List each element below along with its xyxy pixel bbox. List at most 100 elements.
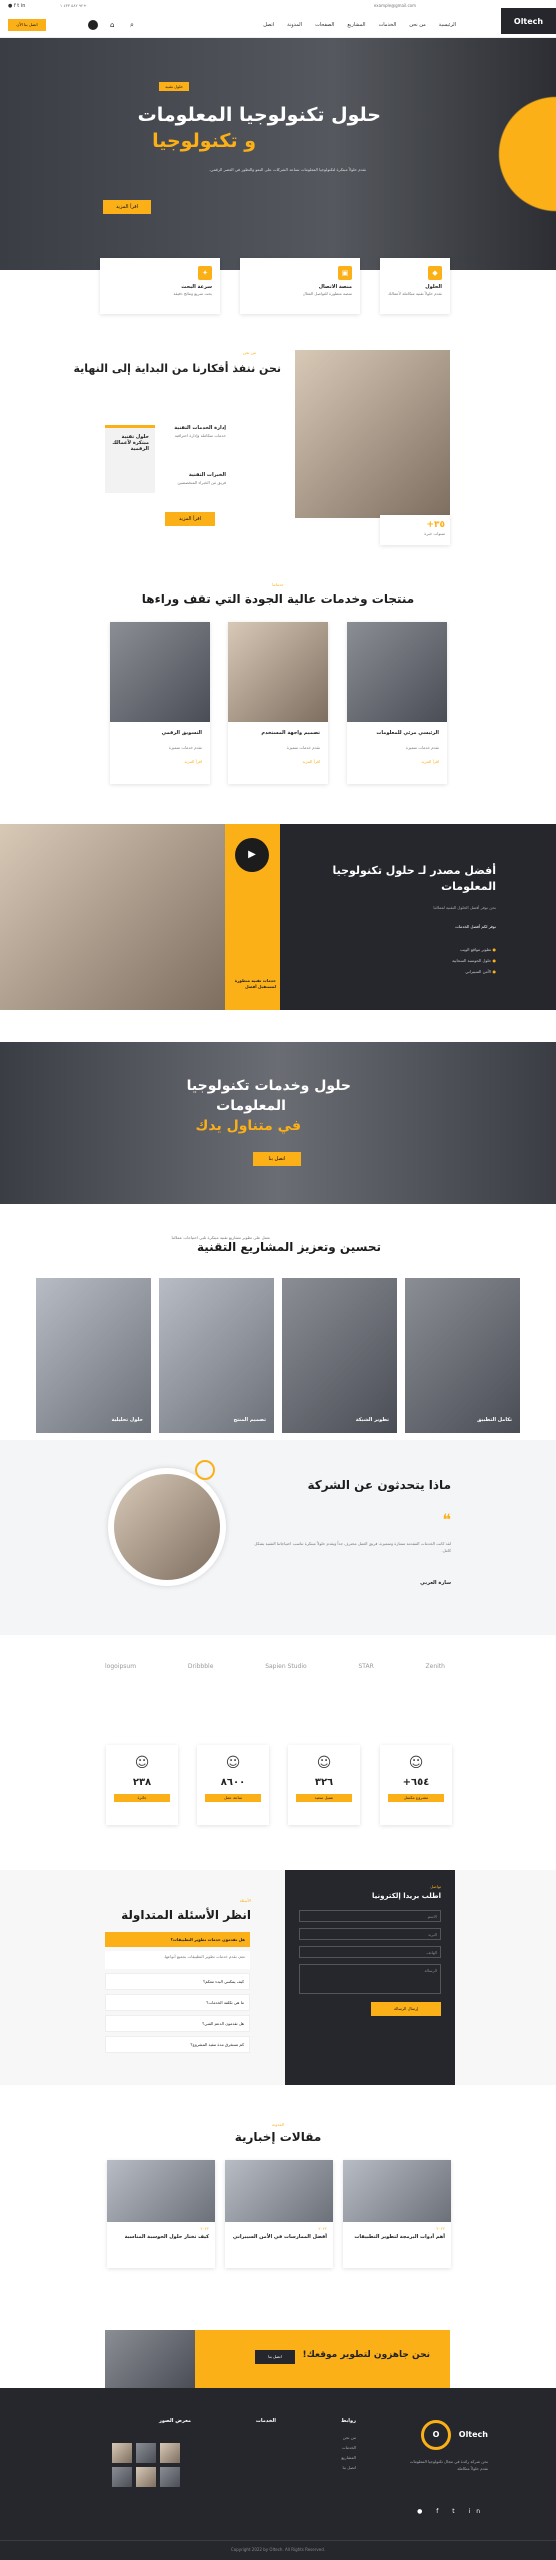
faq-item-open[interactable]: هل تقدمون خدمات تطوير التطبيقات؟ — [105, 1932, 250, 1947]
footer-link[interactable]: الخدمات — [341, 2443, 356, 2453]
about-box-text: حلول تقنية مبتكرة لأعمالك الرقمية — [112, 434, 149, 452]
hero-button[interactable]: اقرأ المزيد — [103, 200, 151, 214]
name-field[interactable]: الاسم — [299, 1910, 441, 1922]
stat-icon: ☺ — [134, 1755, 150, 1771]
about-title: نحن ننفذ أفكارنا من البداية إلى النهاية — [73, 362, 281, 375]
avatar[interactable] — [195, 1460, 215, 1480]
feature-card[interactable]: ✦ سرعة البحث بحث سريع ونتائج دقيقة — [100, 258, 220, 314]
product-image — [347, 622, 447, 722]
header-phone[interactable]: +٩٢ ٥٨٢ ٤٣٣ ١ — [60, 3, 87, 8]
faq-item[interactable]: ما هي تكلفة الخدمات؟ — [105, 1994, 250, 2011]
faq-item[interactable]: كيف يمكنني البدء معكم؟ — [105, 1973, 250, 1990]
logo-text: Oltech — [513, 16, 544, 26]
banner-title-accent: في متناول يدك — [195, 1118, 301, 1134]
project-title: تكامل التطبيق — [476, 1417, 512, 1423]
partner-logo[interactable]: logoipsum — [105, 1663, 136, 1670]
about-button[interactable]: اقرأ المزيد — [165, 512, 215, 526]
nav-item[interactable]: المدونة — [287, 22, 302, 28]
play-video-icon[interactable]: ▶ — [235, 838, 269, 872]
header: example@gmail.com +٩٢ ٥٨٢ ٤٣٣ ١ f t in ●… — [0, 0, 556, 38]
footer-col-title: الخدمات — [255, 2418, 276, 2424]
blog-card[interactable]: ٢٠٢٢ كيف تختار حلول الحوسبة المناسبة — [107, 2160, 215, 2268]
faq-answer: نعم، نقدم خدمات تطوير التطبيقات بجميع أن… — [105, 1951, 250, 1969]
project-title: تطوير الشبكة — [355, 1417, 389, 1423]
phone-field[interactable]: الهاتف — [299, 1946, 441, 1958]
message-field[interactable]: الرسالة — [299, 1964, 441, 1994]
nav-item[interactable]: الصفحات — [315, 22, 334, 28]
footer-link[interactable]: المشاريع — [341, 2453, 356, 2463]
gallery-thumb[interactable] — [112, 2443, 132, 2463]
partner-logo[interactable]: STAR — [358, 1663, 373, 1670]
product-title: تصميم واجهة المستخدم — [261, 730, 320, 736]
menu-icon[interactable] — [88, 20, 98, 30]
nav-item[interactable]: الخدمات — [379, 22, 397, 28]
gallery-thumb[interactable] — [160, 2443, 180, 2463]
search-icon[interactable]: ⌕ — [130, 21, 134, 30]
faq-section: الأسئلة انظر الأسئلة المتداولة هل تقدمون… — [0, 1870, 556, 2085]
footer-links: من نحن الخدمات المشاريع اتصل بنا — [341, 2433, 356, 2473]
feature-desc: نقدم حلولاً تقنية متكاملة لأعمالك — [388, 291, 442, 296]
project-card[interactable]: حلول تحليلية — [36, 1278, 151, 1433]
gallery-thumb[interactable] — [112, 2467, 132, 2487]
gallery-thumb[interactable] — [160, 2467, 180, 2487]
stat-icon: ☺ — [408, 1755, 424, 1771]
team-image — [0, 824, 225, 1010]
testimonial-title: ماذا يتحدثون عن الشركة — [307, 1478, 451, 1492]
logo[interactable]: Oltech — [501, 8, 556, 34]
nav-item[interactable]: اتصل — [263, 22, 274, 28]
nav-item[interactable]: المشاريع — [347, 22, 365, 28]
footer: O Oltech نحن شركة رائدة في مجال تكنولوجي… — [0, 2388, 556, 2560]
avatar[interactable] — [212, 1505, 230, 1523]
nav-item[interactable]: الرئيسية — [439, 22, 456, 28]
partners-row: logoipsum Dribbble Sapien Studio STAR Ze… — [105, 1663, 445, 1670]
submit-button[interactable]: إرسال الرسالة — [371, 2002, 441, 2016]
project-card[interactable]: تصميم المنتج — [159, 1278, 274, 1433]
experience-value: ٣٥+ — [426, 520, 445, 530]
email-field[interactable]: البريد — [299, 1928, 441, 1940]
nav-item[interactable]: من نحن — [409, 22, 426, 28]
project-card[interactable]: تطوير الشبكة — [282, 1278, 397, 1433]
product-card[interactable]: الرئيسي مرئي للمعلومات نقدم خدمات متميزة… — [347, 622, 447, 784]
main-nav: الرئيسية من نحن الخدمات المشاريع الصفحات… — [263, 22, 456, 28]
best-yellow-panel: ▶ خدمات تقنية متطورة لمستقبل أفضل — [225, 824, 280, 1010]
footer-link[interactable]: اتصل بنا — [341, 2463, 356, 2473]
blog-image — [343, 2160, 451, 2222]
footer-logo[interactable]: Oltech — [459, 2430, 488, 2439]
faq-item[interactable]: كم تستغرق مدة تنفيذ المشروع؟ — [105, 2036, 250, 2053]
gallery-thumb[interactable] — [136, 2443, 156, 2463]
blog-image — [107, 2160, 215, 2222]
product-link[interactable]: اقرأ المزيد — [347, 751, 447, 772]
stat-label: عميل سعيد — [296, 1794, 352, 1802]
blog-kicker: المدونة — [272, 2122, 284, 2127]
footer-col-title: معرض الصور — [158, 2418, 191, 2424]
gallery-thumb[interactable] — [136, 2467, 156, 2487]
cta-button[interactable]: اتصل بنا — [255, 2350, 295, 2364]
partner-logo[interactable]: Zenith — [426, 1663, 445, 1670]
product-link[interactable]: اقرأ المزيد — [228, 751, 328, 772]
product-card[interactable]: التسويق الرقمي نقدم خدمات متميزة اقرأ ال… — [110, 622, 210, 784]
footer-about: نحن شركة رائدة في مجال تكنولوجيا المعلوم… — [409, 2459, 488, 2471]
faq-list: هل تقدمون خدمات تطوير التطبيقات؟ نعم، نق… — [105, 1932, 250, 2053]
cart-icon[interactable]: ⌂ — [110, 21, 114, 29]
product-link[interactable]: اقرأ المزيد — [110, 751, 210, 772]
header-cta-button[interactable]: اتصل بنا الآن — [8, 19, 46, 31]
blog-post-title: كيف تختار حلول الحوسبة المناسبة — [124, 2234, 209, 2240]
social-icons[interactable]: f t in ● — [8, 3, 25, 9]
header-email[interactable]: example@gmail.com — [374, 3, 416, 8]
avatar[interactable] — [195, 1555, 213, 1573]
best-sub: نوفر لكم أفضل الخدمات — [455, 924, 496, 929]
product-card[interactable]: تصميم واجهة المستخدم نقدم خدمات متميزة ا… — [228, 622, 328, 784]
footer-social-icons[interactable]: f t in ● — [417, 2508, 486, 2515]
banner-button[interactable]: اتصل بنا — [253, 1152, 301, 1166]
project-card[interactable]: تكامل التطبيق — [405, 1278, 520, 1433]
feature-card[interactable]: ▣ منصة الاتصال منصة متطورة للتواصل الفعا… — [240, 258, 360, 314]
blog-card[interactable]: ٢٠٢٢ أفضل الممارسات في الأمن السيبراني — [225, 2160, 333, 2268]
blog-card[interactable]: ٢٠٢٢ أهم أدوات البرمجة لتطوير التطبيقات — [343, 2160, 451, 2268]
footer-link[interactable]: من نحن — [341, 2433, 356, 2443]
project-title: تصميم المنتج — [233, 1417, 267, 1423]
best-point: ● الأمن السيبراني — [465, 969, 496, 974]
faq-item[interactable]: هل تقدمون الدعم الفني؟ — [105, 2015, 250, 2032]
partner-logo[interactable]: Dribbble — [188, 1663, 214, 1670]
partner-logo[interactable]: Sapien Studio — [265, 1663, 306, 1670]
feature-card[interactable]: ◆ الحلول نقدم حلولاً تقنية متكاملة لأعما… — [380, 258, 450, 314]
